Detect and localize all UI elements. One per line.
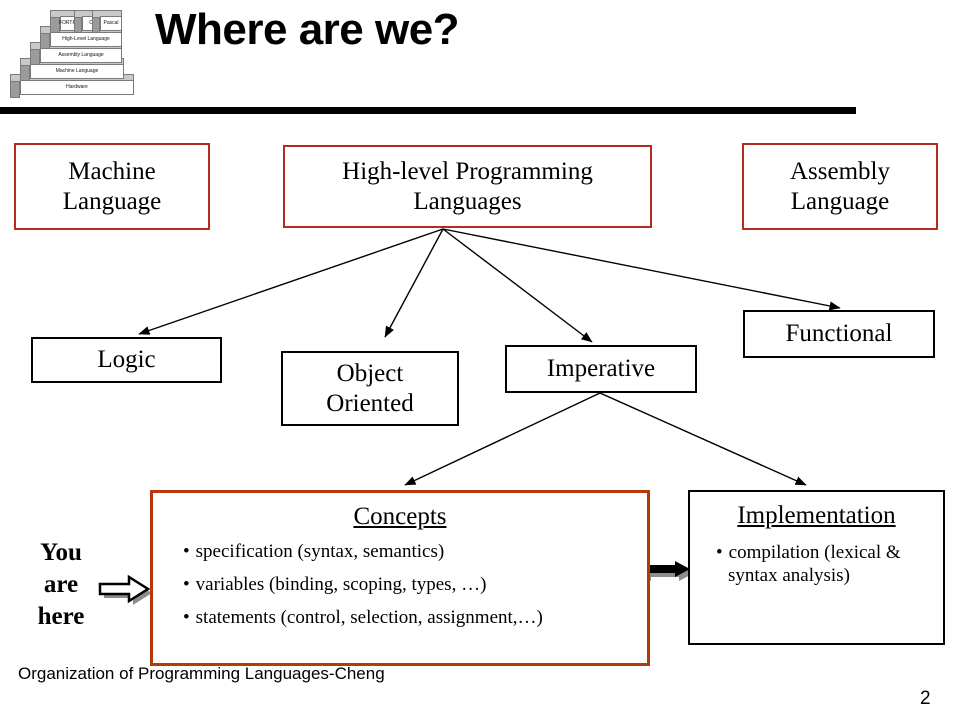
panel-concepts-list: specification (syntax, semantics) variab… [169,540,647,629]
node-assembly-language-line2: Language [790,187,890,215]
node-assembly-language[interactable]: Assembly Language [742,143,938,230]
pyramid-layer-high-level-language: High-Level Language [50,32,122,47]
node-imperative[interactable]: Imperative [505,345,697,393]
page-title: Where are we? [155,5,460,54]
page-number: 2 [920,688,931,709]
you-are-here-line2: are [43,571,79,598]
node-functional-label: Functional [785,320,893,347]
node-machine-language-line2: Language [62,187,162,215]
title-divider [0,107,856,114]
pyramid-layer-pascal: Pascal [100,16,122,31]
list-item: specification (syntax, semantics) [169,540,647,563]
you-are-here-line3: here [37,603,85,630]
pyramid-layer-hardware: Hardware [20,80,134,95]
node-functional[interactable]: Functional [743,310,935,358]
you-are-here-arrow [98,574,152,605]
node-object-oriented-line2: Oriented [326,389,414,417]
list-item: variables (binding, scoping, types, …) [169,573,647,596]
panel-implementation-title: Implementation [737,502,896,529]
node-object-oriented[interactable]: Object Oriented [281,351,459,426]
footer-text: Organization of Programming Languages-Ch… [18,664,385,683]
you-are-here-label: You are here [28,537,94,633]
panel-concepts[interactable]: Concepts specification (syntax, semantic… [150,490,650,666]
node-assembly-language-line1: Assembly [790,157,890,185]
node-machine-language[interactable]: Machine Language [14,143,210,230]
node-object-oriented-line1: Object [336,359,404,387]
slide-canvas: Hardware Machine Language Assembly Langu… [0,0,960,720]
language-abstraction-pyramid-icon: Hardware Machine Language Assembly Langu… [8,6,144,102]
list-item: compilation (lexical & syntax analysis) [702,541,943,587]
you-are-here-line1: You [40,539,82,566]
node-high-level-line1: High-level Programming [342,157,593,185]
panel-implementation-list: compilation (lexical & syntax analysis) [702,541,943,587]
node-high-level-line2: Languages [413,187,522,215]
node-logic[interactable]: Logic [31,337,222,383]
node-machine-language-line1: Machine [68,157,156,185]
panel-implementation[interactable]: Implementation compilation (lexical & sy… [688,490,945,645]
node-logic-label: Logic [97,346,156,373]
pyramid-layer-assembly-language: Assembly Language [40,48,122,63]
panel-concepts-title: Concepts [353,503,447,530]
pyramid-layer-machine-language: Machine Language [30,64,124,79]
node-imperative-label: Imperative [546,355,656,382]
list-item: statements (control, selection, assignme… [169,606,647,629]
node-high-level-programming-languages[interactable]: High-level Programming Languages [283,145,652,228]
